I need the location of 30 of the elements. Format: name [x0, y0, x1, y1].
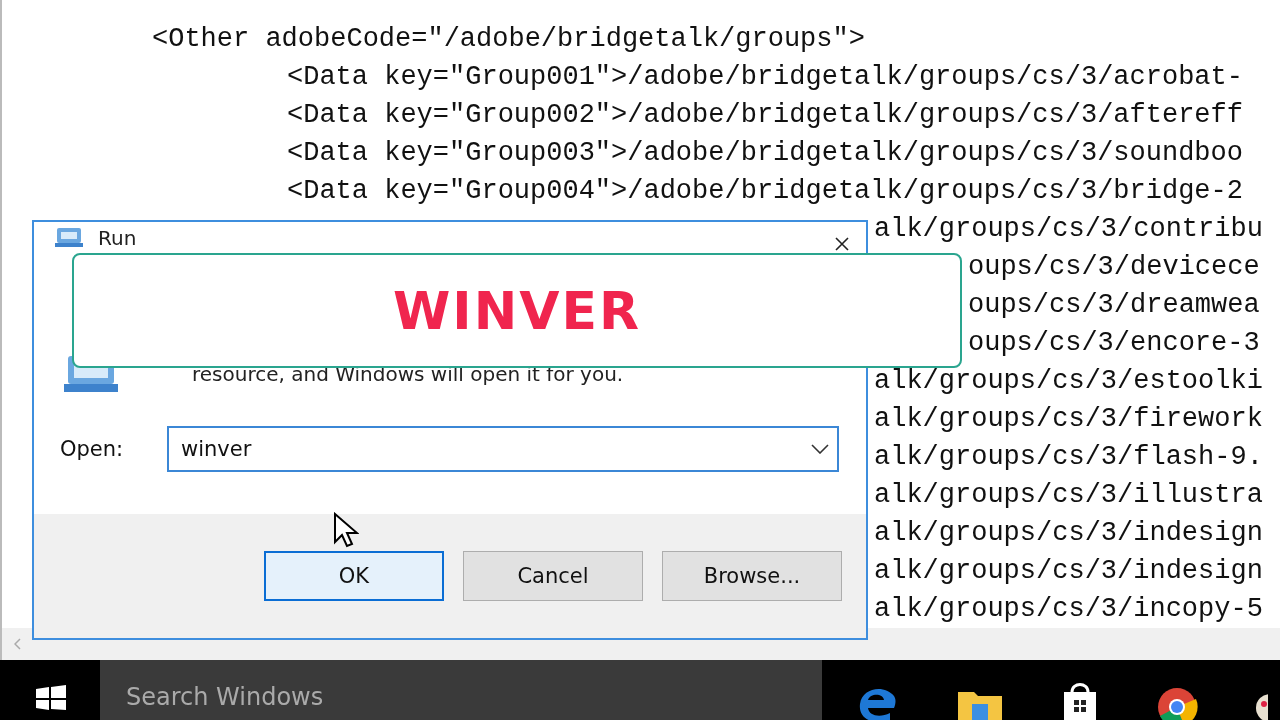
code-line: alk/groups/cs/3/incopy-5 — [874, 593, 1263, 625]
search-field[interactable]: Search Windows — [100, 660, 822, 720]
code-line: alk/groups/cs/3/indesign — [874, 555, 1263, 587]
open-label: Open: — [60, 437, 125, 461]
code-line: oups/cs/3/dreamwea — [968, 289, 1260, 321]
run-icon — [54, 226, 84, 248]
dialog-title: Run — [98, 226, 137, 250]
dialog-button[interactable]: OK — [264, 551, 444, 601]
dialog-button[interactable]: Browse... — [662, 551, 842, 601]
dropdown-icon[interactable] — [811, 444, 829, 454]
code-line: <Data key="Group004">/adobe/bridgetalk/groups/cs/3/bridge-2 — [287, 175, 1243, 207]
code-line: alk/groups/cs/3/indesign — [874, 517, 1263, 549]
code-line: oups/cs/3/devicece — [968, 251, 1260, 283]
code-line: <Data key="Group001">/adobe/bridgetalk/groups/cs/3/acrobat- — [287, 61, 1243, 93]
code-line: alk/groups/cs/3/illustra — [874, 479, 1263, 511]
code-line: alk/groups/cs/3/flash-9. — [874, 441, 1263, 473]
chrome-icon[interactable] — [1156, 686, 1198, 720]
code-line: <Data key="Group002">/adobe/bridgetalk/groups/cs/3/aftereff — [287, 99, 1243, 131]
code-line: alk/groups/cs/3/contribu — [874, 213, 1263, 245]
code-line: alk/groups/cs/3/firework — [874, 403, 1263, 435]
code-line: oups/cs/3/encore-3 — [968, 327, 1260, 359]
open-field[interactable]: winver — [167, 426, 839, 472]
close-icon[interactable] — [834, 236, 850, 252]
code-line: <Other adobeCode="/adobe/bridgetalk/groups"> — [152, 23, 865, 55]
windows-logo-icon[interactable] — [34, 684, 68, 710]
mouse-pointer-icon — [333, 512, 359, 548]
caption-text: WINVER — [393, 280, 641, 341]
dialog-button[interactable]: Cancel — [463, 551, 643, 601]
code-line: alk/groups/cs/3/estoolki — [874, 365, 1263, 397]
code-line: <Data key="Group003">/adobe/bridgetalk/groups/cs/3/soundboo — [287, 137, 1243, 169]
